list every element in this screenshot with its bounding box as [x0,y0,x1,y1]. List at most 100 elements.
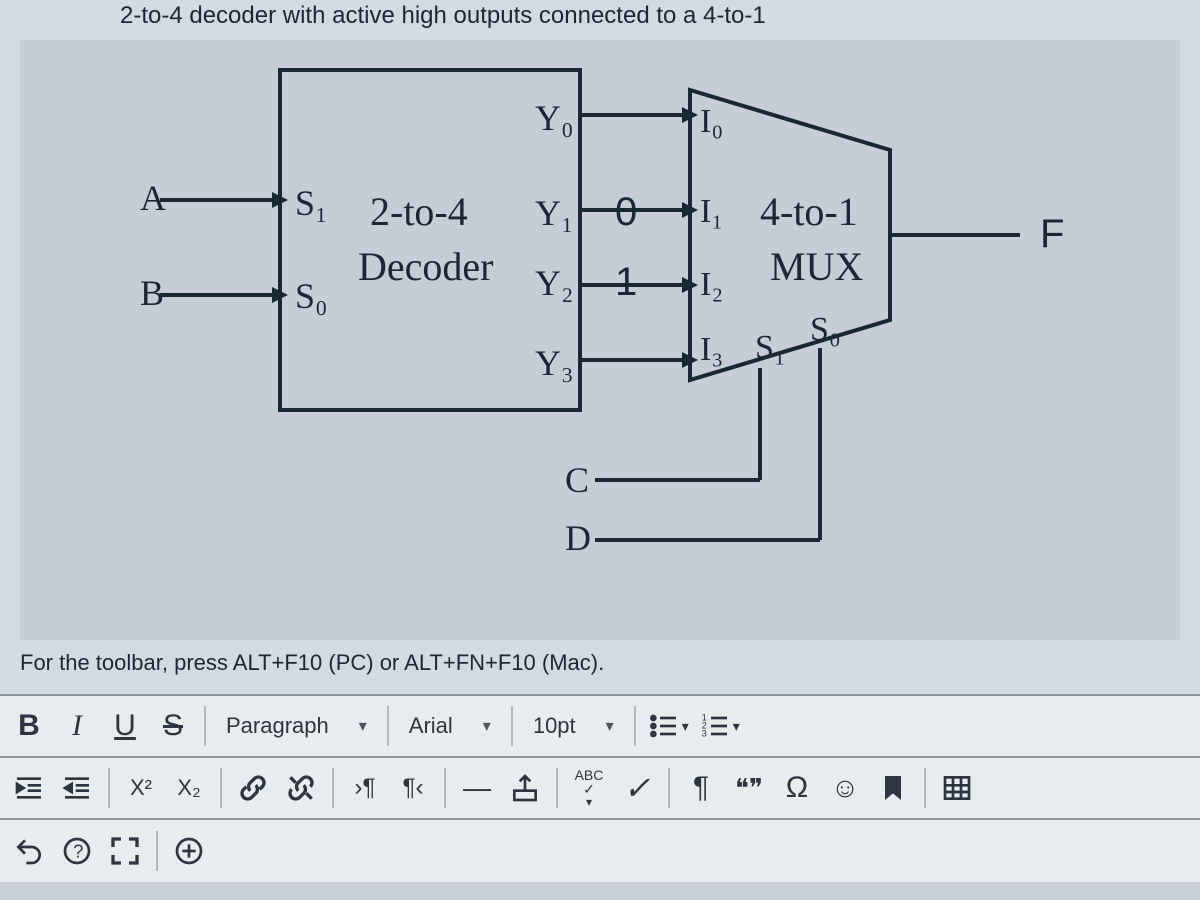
svg-text:S₁: S₁ [755,329,786,366]
font-family-dropdown[interactable]: Arial ▾ [397,703,503,749]
blockquote-button[interactable]: ❝❞ [726,765,772,811]
superscript-button[interactable]: X² [118,765,164,811]
question-area: 2-to-4 decoder with active high outputs … [0,0,1200,694]
upload-icon [509,772,541,804]
paragraph-format-dropdown[interactable]: Paragraph ▾ [214,703,379,749]
spellcheck-button[interactable]: ABC ✓ ▾ [566,765,612,811]
insert-file-button[interactable] [502,765,548,811]
svg-text:4-to-1: 4-to-1 [760,189,858,234]
bullet-list-button[interactable]: ▾ [644,703,693,749]
unlink-button[interactable] [278,765,324,811]
separator [668,768,670,808]
undo-icon [13,835,45,867]
separator [511,706,513,746]
svg-text:Y₀: Y₀ [535,98,574,138]
strikethrough-button[interactable]: S [150,703,196,749]
toolbar-hint: For the toolbar, press ALT+F10 (PC) or A… [20,640,1180,694]
font-size-label: 10pt [533,713,576,739]
emoji-button[interactable]: ☺ [822,765,868,811]
svg-text:Y₃: Y₃ [535,343,574,383]
svg-text:D: D [565,518,591,558]
svg-text:F: F [1040,212,1064,256]
svg-text:S₁: S₁ [295,183,328,223]
separator [444,768,446,808]
svg-text:Y₂: Y₂ [535,263,574,303]
svg-text:I₁: I₁ [700,193,723,230]
undo-button[interactable] [6,828,52,874]
diagram-svg: A B S₁ S₀ 2-to-4 Decoder Y₀ Y₁ Y₂ Y₃ 0 1… [100,40,1100,600]
rtl-button[interactable]: ¶‹ [390,765,436,811]
font-size-dropdown[interactable]: 10pt ▾ [521,703,626,749]
show-blocks-button[interactable]: ¶ [678,765,724,811]
svg-text:I₃: I₃ [700,331,723,368]
chevron-down-icon: ▾ [483,716,491,736]
indent-button[interactable] [54,765,100,811]
fullscreen-button[interactable] [102,828,148,874]
toolbar-row-2: X² X₂ ›¶ ¶‹ — ABC ✓ ▾ ✓ ¶ ❝❞ Ω ☺ [0,758,1200,820]
outdent-button[interactable] [6,765,52,811]
bullet-list-icon [648,710,680,742]
underline-button[interactable]: U [102,703,148,749]
paragraph-format-label: Paragraph [226,713,329,739]
special-char-button[interactable]: Ω [774,765,820,811]
numbered-list-icon: 123 [699,710,731,742]
svg-text:1: 1 [615,260,637,304]
add-button[interactable] [166,828,212,874]
svg-text:I₂: I₂ [700,266,723,303]
svg-text:?: ? [73,841,83,862]
chevron-down-icon: ▾ [586,796,592,808]
indent-icon [61,772,93,804]
separator [387,706,389,746]
subscript-button[interactable]: X₂ [166,765,212,811]
separator [204,706,206,746]
horizontal-rule-button[interactable]: — [454,765,500,811]
accept-button[interactable]: ✓ [614,765,660,811]
bold-button[interactable]: B [6,703,52,749]
separator [924,768,926,808]
svg-text:B: B [140,273,164,313]
link-icon [237,772,269,804]
chevron-down-icon: ▾ [606,716,614,736]
anchor-button[interactable] [870,765,916,811]
separator [220,768,222,808]
expand-icon [109,835,141,867]
svg-text:Y₁: Y₁ [535,193,574,233]
circuit-diagram: A B S₁ S₀ 2-to-4 Decoder Y₀ Y₁ Y₂ Y₃ 0 1… [20,40,1180,640]
chevron-down-icon: ▾ [682,718,689,735]
toolbar-row-3: ? [0,820,1200,882]
separator [156,831,158,871]
svg-text:Decoder: Decoder [358,244,493,289]
question-text: 2-to-4 decoder with active high outputs … [20,0,1180,40]
link-button[interactable] [230,765,276,811]
table-icon [941,772,973,804]
svg-text:S₀: S₀ [810,311,841,348]
svg-text:3: 3 [701,729,706,739]
help-icon: ? [61,835,93,867]
numbered-list-button[interactable]: 123 ▾ [695,703,744,749]
svg-text:2-to-4: 2-to-4 [370,189,468,234]
separator [332,768,334,808]
separator [108,768,110,808]
checkmark-icon: ✓ [624,769,651,807]
svg-text:A: A [140,178,166,218]
outdent-icon [13,772,45,804]
unlink-icon [285,772,317,804]
toolbar-row-1: B I U S Paragraph ▾ Arial ▾ 10pt ▾ ▾ 123… [0,696,1200,758]
separator [556,768,558,808]
svg-text:MUX: MUX [770,244,863,289]
bookmark-icon [877,772,909,804]
chevron-down-icon: ▾ [733,718,740,735]
table-button[interactable] [934,765,980,811]
abc-label: ABC [575,768,604,782]
svg-text:I₀: I₀ [700,103,723,140]
svg-text:C: C [565,460,589,500]
svg-text:S₀: S₀ [295,276,328,316]
check-icon: ✓ [583,782,595,796]
ltr-button[interactable]: ›¶ [342,765,388,811]
italic-button[interactable]: I [54,703,100,749]
help-button[interactable]: ? [54,828,100,874]
plus-circle-icon [173,835,205,867]
editor-toolbar: B I U S Paragraph ▾ Arial ▾ 10pt ▾ ▾ 123… [0,694,1200,882]
svg-text:0: 0 [615,190,637,234]
separator [634,706,636,746]
